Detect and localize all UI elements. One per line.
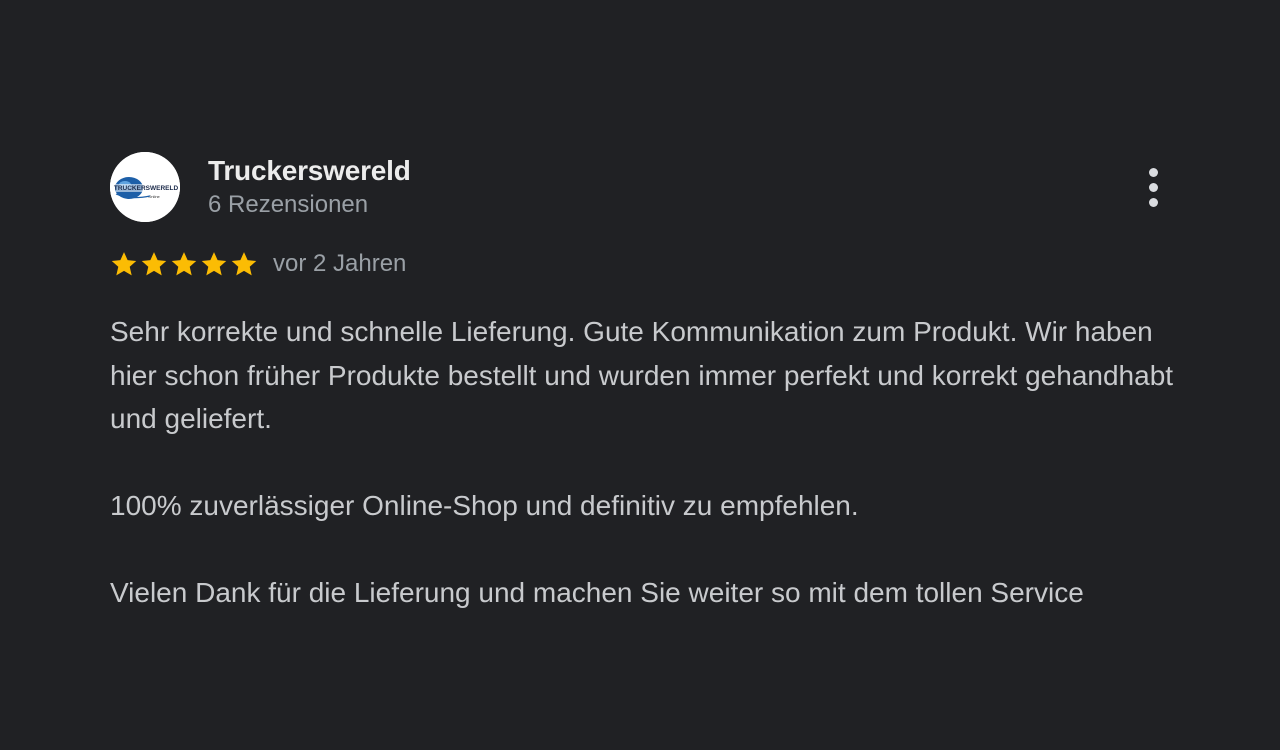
star-icon xyxy=(141,252,167,276)
review-date: vor 2 Jahren xyxy=(273,250,407,277)
review-text: Sehr korrekte und schnelle Lieferung. Gu… xyxy=(110,310,1180,615)
review-paragraph: 100% zuverlässiger Online-Shop und defin… xyxy=(110,490,859,521)
review-paragraph: Sehr korrekte und schnelle Lieferung. Gu… xyxy=(110,316,1174,434)
star-icon xyxy=(201,252,227,276)
author-review-count[interactable]: 6 Rezensionen xyxy=(208,189,411,221)
avatar[interactable]: TRUCKERSWERELD Online xyxy=(110,152,180,222)
rating-row: vor 2 Jahren xyxy=(110,248,406,280)
author-name[interactable]: Truckerswereld xyxy=(208,155,411,187)
star-icon xyxy=(171,252,197,276)
more-vert-icon xyxy=(1149,168,1158,177)
star-rating xyxy=(110,250,258,278)
truckerswereld-logo-icon: TRUCKERSWERELD Online xyxy=(110,152,180,222)
author-info: Truckerswereld 6 Rezensionen xyxy=(208,155,411,221)
star-icon xyxy=(111,252,137,276)
svg-text:TRUCKERSWERELD: TRUCKERSWERELD xyxy=(114,185,179,192)
review-card: TRUCKERSWERELD Online Truckerswereld 6 R… xyxy=(110,152,1180,608)
more-vert-icon-dot xyxy=(1149,198,1158,207)
more-options-button[interactable] xyxy=(1142,166,1166,210)
review-paragraph: Vielen Dank für die Lieferung und machen… xyxy=(110,577,1084,608)
star-icon xyxy=(231,252,257,276)
review-header: TRUCKERSWERELD Online Truckerswereld 6 R… xyxy=(110,152,1180,224)
more-vert-icon-dot xyxy=(1149,183,1158,192)
